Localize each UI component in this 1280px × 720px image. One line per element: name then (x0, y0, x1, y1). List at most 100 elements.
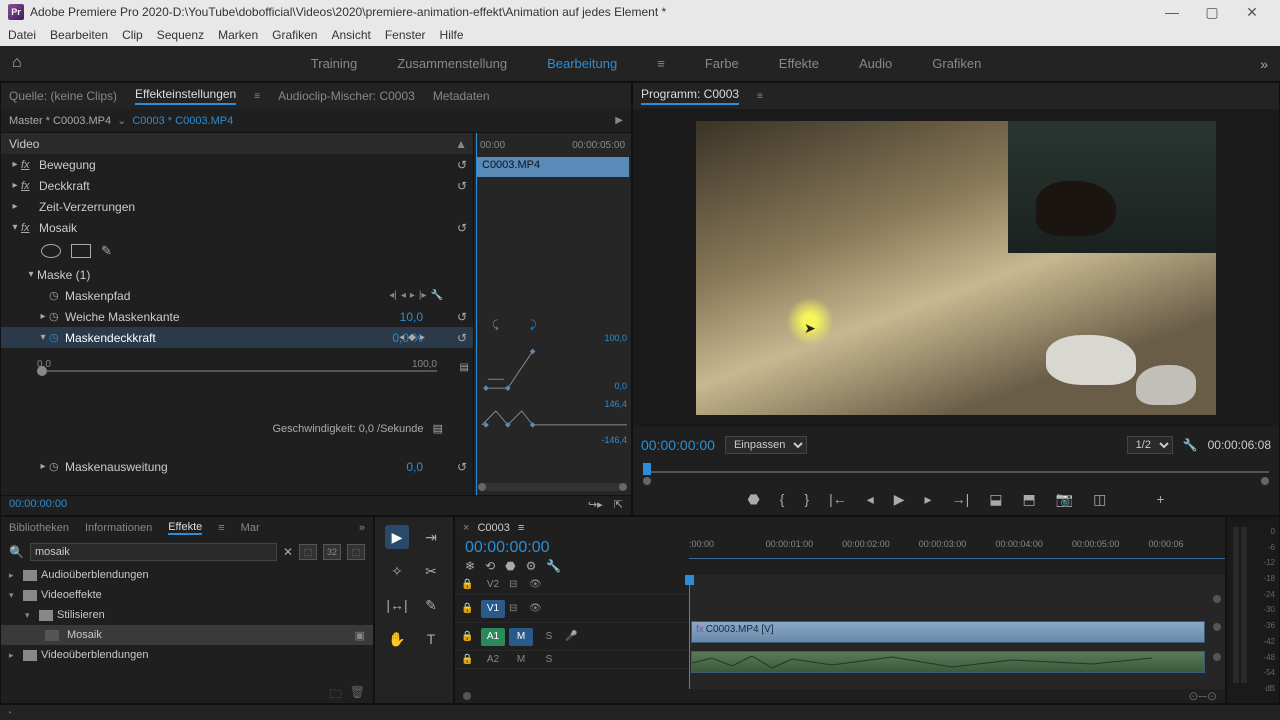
current-time-label[interactable]: 00:00:00:00 (9, 498, 67, 513)
menu-clip[interactable]: Clip (122, 28, 143, 42)
tab-source[interactable]: Quelle: (keine Clips) (9, 89, 117, 103)
solo-button[interactable]: S (537, 628, 561, 646)
twirl-icon[interactable]: ▸ (37, 461, 49, 472)
goto-in-icon[interactable]: |← (829, 491, 847, 507)
reset-icon[interactable]: ↺ (457, 331, 467, 345)
lock-icon[interactable]: 🔒 (461, 654, 477, 665)
settings-icon[interactable]: ⚙ (526, 559, 537, 573)
camera-icon[interactable]: 📷 (1056, 491, 1073, 508)
prop-mask-opacity[interactable]: Maskendeckkraft (65, 331, 156, 345)
ease-out-icon[interactable]: ⤸ (530, 319, 537, 332)
menu-sequenz[interactable]: Sequenz (157, 28, 204, 42)
twirl-icon[interactable]: ▾ (37, 332, 49, 343)
scroll-handle[interactable] (1213, 653, 1221, 661)
prop-mask[interactable]: Maske (1) (37, 268, 90, 282)
mask-pen-icon[interactable]: ✎ (101, 243, 112, 259)
panel-menu-icon[interactable]: ≡ (218, 522, 224, 534)
mute-button[interactable]: M (509, 628, 533, 646)
collapse-icon[interactable]: ▲ (455, 137, 467, 151)
tab-markers[interactable]: Mar (241, 522, 260, 534)
ease-in-icon[interactable]: ⤹ (492, 319, 499, 332)
add-kf-icon[interactable]: ◆ (408, 332, 416, 343)
prop-mosaic[interactable]: Mosaik (39, 221, 77, 235)
tree-audio-trans[interactable]: Audioüberblendungen (41, 569, 149, 581)
razor-tool-icon[interactable]: ✂ (419, 559, 443, 583)
snap-icon[interactable]: ❄ (465, 559, 475, 573)
reset-icon[interactable]: ↺ (457, 460, 467, 474)
tree-mosaic[interactable]: Mosaik (67, 629, 102, 641)
tree-video-trans[interactable]: Videoüberblendungen (41, 649, 148, 661)
zoom-handle[interactable] (463, 692, 471, 700)
master-clip-label[interactable]: Master * C0003.MP4 (9, 115, 111, 127)
workspace-grafiken[interactable]: Grafiken (932, 56, 981, 71)
twirl-icon[interactable]: ▸ (37, 311, 49, 322)
menu-bearbeiten[interactable]: Bearbeiten (50, 28, 108, 42)
prop-expansion[interactable]: Maskenausweitung (65, 460, 168, 474)
marker-icon[interactable]: ⬣ (747, 491, 759, 508)
zoom-scrollbar[interactable] (478, 483, 627, 491)
program-timecode[interactable]: 00:00:00:00 (641, 437, 715, 453)
video-preview[interactable]: ➤ (696, 121, 1216, 415)
fx-badge-icon[interactable]: fx (21, 222, 39, 234)
prev-frame-icon[interactable]: ◂| (389, 290, 397, 301)
twirl-icon[interactable]: ▸ (9, 650, 19, 661)
menu-ansicht[interactable]: Ansicht (331, 28, 370, 42)
out-point-icon[interactable]: } (804, 491, 809, 507)
track-v1-label[interactable]: V1 (481, 600, 505, 618)
solo-button[interactable]: S (537, 651, 561, 669)
workspace-overflow-icon[interactable]: » (1260, 56, 1268, 72)
prev-kf-icon[interactable]: ◂ (401, 290, 406, 301)
delete-icon[interactable]: 🗑 (350, 685, 365, 701)
twirl-icon[interactable]: ▾ (9, 590, 19, 601)
clear-search-icon[interactable]: ✕ (283, 545, 293, 559)
mask-ellipse-button[interactable] (41, 244, 61, 258)
home-icon[interactable]: ⌂ (12, 54, 32, 74)
graph-toggle-icon[interactable]: ▤ (460, 362, 469, 373)
overflow-icon[interactable]: » (359, 522, 365, 534)
eye-icon[interactable]: 👁 (529, 603, 545, 614)
playhead[interactable] (476, 133, 477, 495)
lock-icon[interactable]: 🔒 (461, 603, 477, 614)
workspace-menu-icon[interactable]: ≡ (657, 56, 665, 71)
prop-feather[interactable]: Weiche Maskenkante (65, 310, 180, 324)
workspace-audio[interactable]: Audio (859, 56, 892, 71)
tab-effect-settings[interactable]: Effekteinstellungen (135, 87, 236, 105)
tree-stylize[interactable]: Stilisieren (57, 609, 105, 621)
tab-info[interactable]: Informationen (85, 522, 152, 534)
tab-audio-mixer[interactable]: Audioclip-Mischer: C0003 (278, 89, 415, 103)
tree-video-fx[interactable]: Videoeffekte (41, 589, 102, 601)
marker-icon[interactable]: ⬣ (505, 559, 515, 573)
preset-filter-1[interactable]: ⬚ (299, 544, 317, 560)
reset-icon[interactable]: ↺ (457, 221, 467, 235)
sync-lock-icon[interactable]: ⊟ (509, 603, 525, 614)
scroll-handle[interactable] (1213, 595, 1221, 603)
menu-grafiken[interactable]: Grafiken (272, 28, 317, 42)
lock-icon[interactable]: 🔒 (461, 579, 477, 590)
resolution-dropdown[interactable]: 1/2 (1127, 436, 1173, 454)
twirl-icon[interactable]: ▸ (9, 159, 21, 170)
preset-filter-2[interactable]: 32 (323, 544, 341, 560)
panel-menu-icon[interactable]: ≡ (757, 91, 763, 102)
prev-kf-icon[interactable]: ◂ (399, 332, 404, 343)
reset-icon[interactable]: ↺ (457, 158, 467, 172)
prop-timeremap[interactable]: Zeit-Verzerrungen (39, 200, 135, 214)
program-scrubber[interactable] (643, 463, 1269, 483)
menu-datei[interactable]: Datei (8, 28, 36, 42)
new-bin-icon[interactable]: 🗀 (330, 685, 342, 701)
playhead[interactable] (643, 463, 651, 475)
hand-tool-icon[interactable]: ✋ (385, 627, 409, 651)
prop-maskpath[interactable]: Maskenpfad (65, 289, 130, 303)
fit-dropdown[interactable]: Einpassen (725, 436, 807, 454)
play-icon[interactable]: ▶ (894, 491, 905, 508)
mask-rect-button[interactable] (71, 244, 91, 258)
workspace-bearbeitung[interactable]: Bearbeitung (547, 56, 617, 71)
selection-tool-icon[interactable]: ▶ (385, 525, 409, 549)
workspace-training[interactable]: Training (311, 56, 357, 71)
keyframe-timeline[interactable]: 00:00 00:00:05:00 C0003.MP4 100,0 0,0 14… (473, 133, 631, 495)
timeline-audio-clip[interactable] (691, 651, 1205, 673)
stopwatch-icon[interactable]: ◷ (49, 460, 65, 473)
play-icon[interactable]: ▶ (615, 115, 623, 126)
mute-button[interactable]: M (509, 651, 533, 669)
close-seq-icon[interactable]: × (463, 522, 469, 534)
track-a1-label[interactable]: A1 (481, 628, 505, 646)
